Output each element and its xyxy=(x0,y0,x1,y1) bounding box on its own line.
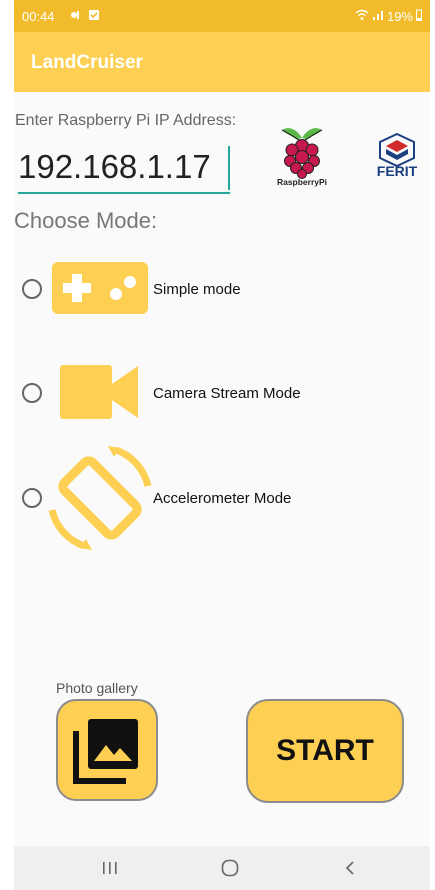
recent-apps-icon xyxy=(103,862,117,874)
gamepad-icon[interactable] xyxy=(52,262,148,314)
status-bar: 00:44 19% xyxy=(14,0,430,32)
text-caret xyxy=(228,146,230,190)
battery-percent: 19% xyxy=(386,9,413,24)
checkbox-notification-icon xyxy=(88,9,100,24)
choose-mode-title: Choose Mode: xyxy=(14,208,158,233)
photo-gallery-label: Photo gallery xyxy=(56,680,138,696)
home-icon xyxy=(221,859,239,877)
app-title: LandCruiser xyxy=(31,52,143,73)
ip-address-input[interactable] xyxy=(18,142,230,194)
wifi-icon xyxy=(355,9,369,24)
status-time: 00:44 xyxy=(22,9,55,24)
screen-rotation-icon[interactable] xyxy=(46,444,154,552)
app-screen: 00:44 19% LandCruiser Enter Raspberry Pi… xyxy=(14,0,430,890)
camera-stream-mode-label[interactable]: Camera Stream Mode xyxy=(153,385,301,402)
notification-icon xyxy=(70,9,82,24)
raspberry-pi-logo-text: RaspberryPi xyxy=(276,177,328,187)
radio-camera-stream-mode[interactable] xyxy=(22,383,42,403)
battery-icon xyxy=(416,9,422,24)
photo-library-icon xyxy=(73,719,138,784)
radio-accelerometer-mode[interactable] xyxy=(22,488,42,508)
simple-mode-label[interactable]: Simple mode xyxy=(153,281,241,298)
photo-gallery-button[interactable] xyxy=(56,699,158,801)
start-button[interactable]: START xyxy=(246,699,404,803)
recent-apps-button[interactable] xyxy=(80,846,140,890)
home-button[interactable] xyxy=(200,846,260,890)
signal-icon xyxy=(372,9,384,24)
video-camera-icon[interactable] xyxy=(60,365,140,419)
ferit-logo-text: FERIT xyxy=(376,163,418,179)
radio-simple-mode[interactable] xyxy=(22,279,42,299)
app-bar: LandCruiser xyxy=(14,32,430,92)
accelerometer-mode-label[interactable]: Accelerometer Mode xyxy=(153,490,291,507)
back-icon xyxy=(345,861,354,875)
navigation-bar xyxy=(14,846,430,890)
back-button[interactable] xyxy=(320,846,380,890)
status-indicators: 19% xyxy=(355,9,422,24)
ip-address-label: Enter Raspberry Pi IP Address: xyxy=(15,112,237,129)
